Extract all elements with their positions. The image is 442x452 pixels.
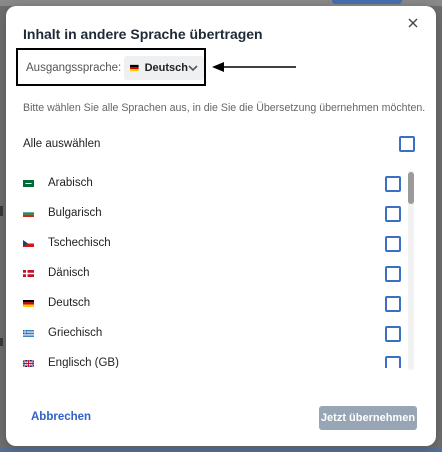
language-list-scrollbar[interactable] (408, 170, 414, 370)
flag-gr-icon (23, 329, 34, 337)
language-checkbox[interactable] (385, 176, 401, 192)
language-item-bulgarisch[interactable]: Bulgarisch (6, 198, 402, 228)
dialog-title: Inhalt in andere Sprache übertragen (23, 26, 263, 42)
flag-cz-icon (23, 239, 34, 247)
language-label: Englisch (GB) (48, 357, 119, 368)
flag-de-icon (23, 299, 34, 307)
select-all-checkbox[interactable] (399, 136, 415, 152)
language-label: Tschechisch (48, 237, 111, 249)
annotation-arrow (212, 62, 296, 72)
close-icon (408, 18, 418, 28)
source-language-value: Deutsch (144, 62, 188, 74)
language-item-griechisch[interactable]: Griechisch (6, 318, 402, 348)
background-button (332, 0, 402, 4)
language-checkbox[interactable] (385, 326, 401, 342)
flag-bg-icon (23, 209, 34, 217)
language-label: Deutsch (48, 297, 91, 309)
flag-gb-icon (23, 359, 34, 367)
language-label: Bulgarisch (48, 207, 102, 219)
language-checkbox[interactable] (385, 266, 401, 282)
instruction-text: Bitte wählen Sie alle Sprachen aus, in d… (23, 102, 426, 114)
source-language-highlight: Ausgangssprache: Deutsch (16, 48, 206, 86)
background-fragment (0, 338, 3, 346)
source-language-select[interactable]: Deutsch (124, 56, 204, 80)
apply-button[interactable]: Jetzt übernehmen (319, 406, 417, 430)
language-label: Griechisch (48, 327, 103, 339)
language-label: Dänisch (48, 267, 90, 279)
chevron-down-icon (188, 64, 198, 72)
language-checkbox[interactable] (385, 296, 401, 312)
flag-dk-icon (23, 269, 34, 277)
select-all-row[interactable]: Alle auswählen (23, 132, 415, 156)
select-all-label: Alle auswählen (23, 138, 101, 150)
language-item-tschechisch[interactable]: Tschechisch (6, 228, 402, 258)
language-checkbox[interactable] (385, 356, 401, 368)
background-footer (0, 448, 442, 452)
language-checkbox[interactable] (385, 236, 401, 252)
language-item-daenisch[interactable]: Dänisch (6, 258, 402, 288)
translate-dialog: Inhalt in andere Sprache übertragen Ausg… (6, 6, 436, 446)
language-item-deutsch[interactable]: Deutsch (6, 288, 402, 318)
cancel-button[interactable]: Abbrechen (31, 411, 91, 423)
language-list: Arabisch Bulgarisch Tschechisch Dänisch (6, 168, 402, 368)
language-item-arabisch[interactable]: Arabisch (6, 168, 402, 198)
source-language-label: Ausgangssprache: (26, 62, 122, 74)
language-checkbox[interactable] (385, 206, 401, 222)
flag-de-icon (130, 64, 139, 72)
scrollbar-thumb[interactable] (408, 172, 414, 204)
flag-sa-icon (23, 179, 34, 187)
language-label: Arabisch (48, 177, 93, 189)
language-item-englisch-gb[interactable]: Englisch (GB) (6, 348, 402, 368)
close-button[interactable] (402, 12, 424, 34)
background-fragment (0, 206, 3, 216)
